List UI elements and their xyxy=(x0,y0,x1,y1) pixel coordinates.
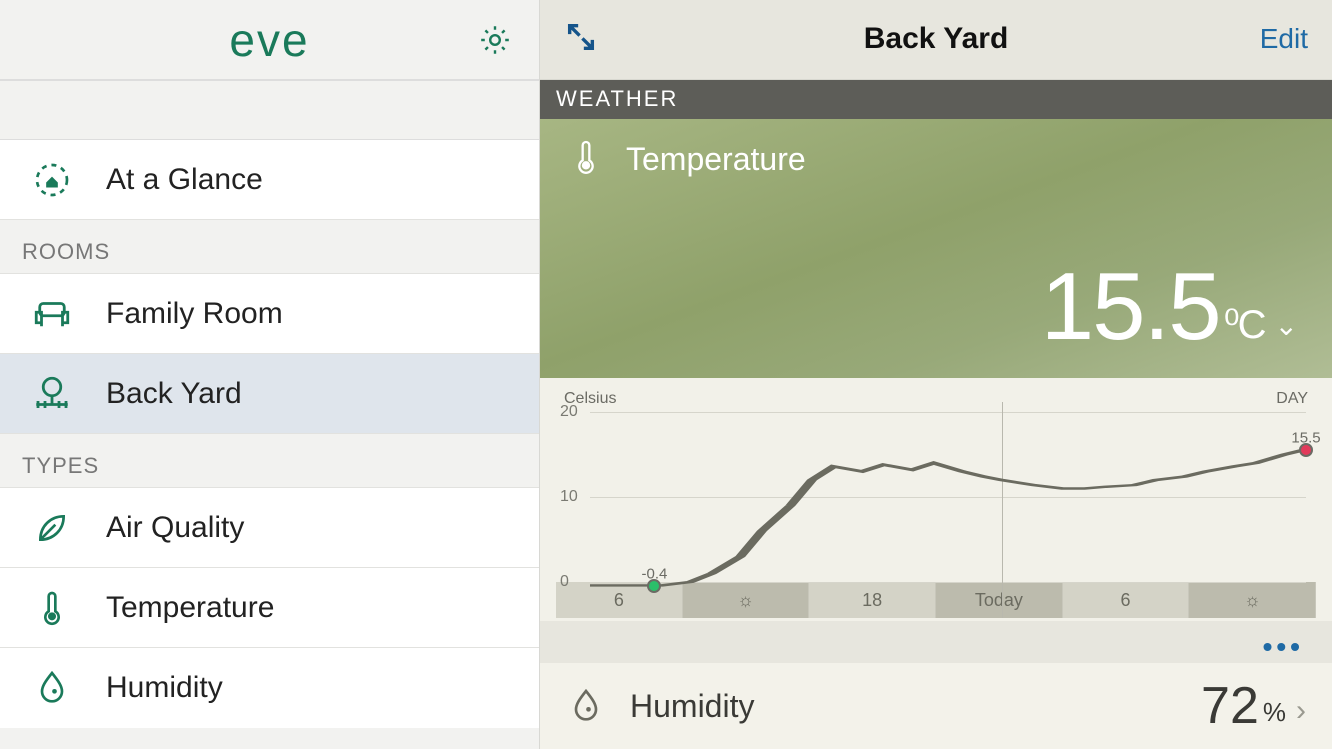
chart-start-dot xyxy=(647,579,661,593)
temperature-card[interactable]: Temperature 15.5 ⁰C ⌄ xyxy=(540,119,1332,378)
temperature-value-wrap: 15.5 ⁰C ⌄ xyxy=(1041,252,1296,362)
droplet-icon xyxy=(566,686,606,726)
chart-line xyxy=(590,412,1306,582)
sidebar-item-label: At a Glance xyxy=(106,163,263,197)
ytick: 20 xyxy=(560,403,578,421)
settings-button[interactable] xyxy=(477,22,513,58)
humidity-value: 72 xyxy=(1201,676,1259,736)
page-title: Back Yard xyxy=(540,22,1332,56)
main-header: Back Yard Edit xyxy=(540,0,1332,80)
chart-end-dot xyxy=(1299,443,1313,457)
ytick: 0 xyxy=(560,573,569,591)
sidebar-item-label: Temperature xyxy=(106,591,274,625)
main-panel: Back Yard Edit WEATHER Temperature 15.5 … xyxy=(540,0,1332,749)
timeline-tick: ☼ xyxy=(683,582,810,618)
chevron-down-icon[interactable]: ⌄ xyxy=(1275,309,1296,342)
humidity-card[interactable]: Humidity 72 % › xyxy=(540,663,1332,749)
timeline-tick: 6 xyxy=(1063,582,1190,618)
sidebar-item-label: Humidity xyxy=(106,671,223,705)
weather-section-header: WEATHER xyxy=(540,80,1332,120)
temperature-value: 15.5 xyxy=(1041,252,1220,362)
temperature-chart[interactable]: Celsius DAY 20 10 0 -0.4 15.5 xyxy=(540,378,1332,621)
chart-plot-area: 20 10 0 -0.4 15.5 xyxy=(590,412,1306,582)
sidebar-item-label: Back Yard xyxy=(106,377,242,411)
sidebar-item-air-quality[interactable]: Air Quality xyxy=(0,488,539,568)
sidebar-section-rooms: ROOMS xyxy=(0,220,539,274)
sidebar: eve At a Glance ROOMS xyxy=(0,0,540,749)
timeline-tick: Today xyxy=(936,582,1063,618)
timeline-tick: 18 xyxy=(809,582,936,618)
thermometer-icon xyxy=(566,137,606,182)
droplet-icon xyxy=(28,664,76,712)
chevron-right-icon[interactable]: › xyxy=(1296,694,1306,728)
sidebar-item-at-a-glance[interactable]: At a Glance xyxy=(0,140,539,220)
sidebar-item-family-room[interactable]: Family Room xyxy=(0,274,539,354)
timeline-tick: 6 xyxy=(556,582,683,618)
timeline-tick: ☼ xyxy=(1189,582,1316,618)
more-button[interactable]: ••• xyxy=(540,621,1332,663)
app-brand: eve xyxy=(229,13,309,67)
humidity-unit: % xyxy=(1263,697,1286,728)
chart-timeline[interactable]: 6 ☼ 18 Today 6 ☼ xyxy=(556,582,1316,618)
sidebar-header: eve xyxy=(0,0,539,80)
sun-icon: ☼ xyxy=(1244,590,1261,611)
tree-fence-icon xyxy=(28,370,76,418)
chart-range-label: DAY xyxy=(1276,390,1308,408)
sun-icon: ☼ xyxy=(737,590,754,611)
temperature-unit: ⁰C xyxy=(1224,302,1265,348)
thermometer-icon xyxy=(28,584,76,632)
leaf-icon xyxy=(28,504,76,552)
sidebar-item-label: Air Quality xyxy=(106,511,244,545)
sidebar-item-humidity[interactable]: Humidity xyxy=(0,648,539,728)
sidebar-section-types: TYPES xyxy=(0,434,539,488)
sofa-icon xyxy=(28,290,76,338)
ytick: 10 xyxy=(560,488,578,506)
gear-icon xyxy=(477,22,513,58)
expand-button[interactable] xyxy=(564,20,598,59)
sidebar-spacer xyxy=(0,80,539,140)
home-target-icon xyxy=(28,156,76,204)
sidebar-item-back-yard[interactable]: Back Yard xyxy=(0,354,539,434)
edit-button[interactable]: Edit xyxy=(1260,23,1308,55)
sidebar-item-temperature[interactable]: Temperature xyxy=(0,568,539,648)
sidebar-item-label: Family Room xyxy=(106,297,283,331)
expand-arrows-icon xyxy=(564,20,598,54)
humidity-label: Humidity xyxy=(630,688,754,725)
temperature-label: Temperature xyxy=(626,141,806,178)
